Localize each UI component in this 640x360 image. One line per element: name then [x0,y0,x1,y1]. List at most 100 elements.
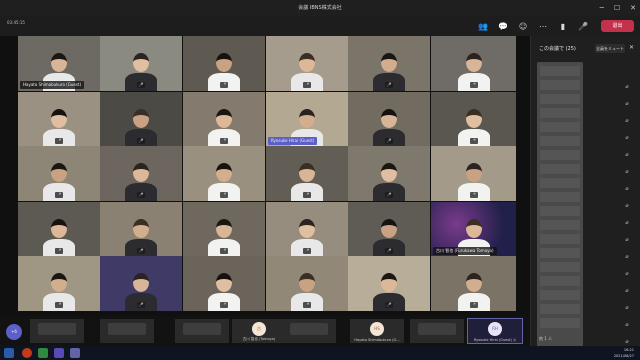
video-tile[interactable]: 🎤 [18,202,100,257]
person-head [216,53,232,72]
video-tile[interactable]: 🎤 [266,202,348,257]
mic-off-icon[interactable]: ⌀ [622,118,632,135]
mic-off-icon[interactable]: ⌀ [622,322,632,339]
video-tile[interactable]: 🎤 [431,256,516,311]
mic-off-icon[interactable]: ⌀ [622,152,632,169]
blurred-preview [108,323,146,335]
leave-button[interactable]: 退出 [601,20,634,32]
participant-strip: +6 古古川 智也 (Tomoya) HS Hayato Shimabukuro (… [0,316,530,346]
mic-off-icon[interactable]: ⌀ [622,220,632,237]
mic-status-icon: 🎤 [385,82,393,88]
person-head [216,109,232,128]
video-tile[interactable]: Ryosuke Hirai (Guest) [266,92,348,147]
video-tile[interactable]: 🎤 [100,202,182,257]
video-tile[interactable]: 🎤 [100,146,182,201]
person-head [51,53,67,72]
strip-participant[interactable]: HS Hayato Shimabukuro (G... [350,319,404,343]
opera-icon[interactable] [22,348,32,358]
video-tile[interactable]: 🎤 [266,36,348,91]
person-head [133,53,149,72]
mic-off-icon[interactable]: ⌀ [622,271,632,288]
video-tile[interactable]: 🎤 [348,256,430,311]
chat-icon[interactable]: 💬 [496,19,510,33]
blurred-preview [418,323,456,335]
mute-all-button[interactable]: 全員をミュート [595,44,625,53]
app-icon[interactable] [70,348,80,358]
maximize-icon[interactable]: ☐ [614,0,620,16]
person-head [465,219,482,238]
strip-participant[interactable] [282,319,336,343]
mic-off-icon[interactable]: ⌀ [622,101,632,118]
mic-off-icon[interactable]: ⌀ [622,186,632,203]
leave-label: 退出 [612,23,623,29]
video-tile[interactable]: 🎤 [348,202,430,257]
mic-status-icon: 🎤 [385,302,393,308]
video-tile[interactable]: 🎤 [348,146,430,201]
video-tile[interactable]: 🎤 [100,36,182,91]
video-tile[interactable]: 🎤 [100,92,182,147]
minimize-icon[interactable]: ─ [600,0,604,16]
person-head [299,219,315,238]
video-tile[interactable]: 🎤 [18,146,100,201]
close-icon[interactable]: ✕ [630,0,636,16]
avatar: 古 [252,322,266,336]
mic-off-icon[interactable]: ⌀ [622,169,632,186]
panel-close-icon[interactable]: ✕ [629,44,634,51]
blurred-preview [183,323,221,335]
start-icon[interactable] [4,348,14,358]
mic-off-icon[interactable]: ⌀ [622,254,632,271]
video-tile[interactable]: 🎤 [183,202,265,257]
strip-participant-label: Ryosuke Hirai (Guest) ◎ [473,338,517,342]
video-tile[interactable]: 古川 智也 (Furukawa Tomoya) [431,202,516,257]
more-icon[interactable]: ⋯ [536,19,550,33]
person-head [381,53,397,72]
more-participants-label: +6 [11,329,17,334]
video-tile[interactable]: 🎤 [18,256,100,311]
strip-participant[interactable]: RH Ryosuke Hirai (Guest) ◎ [467,318,523,344]
mic-off-icon[interactable]: ⌀ [622,135,632,152]
camera-icon[interactable]: ▮ [556,19,570,33]
video-tile[interactable]: 🎤 [18,92,100,147]
person-head [381,273,397,292]
mic-status-icon: 🎤 [469,302,478,308]
video-tile[interactable]: 🎤 [183,92,265,147]
video-grid: Hayato Shimabukuro (Guest) 🎤 🎤 🎤 🎤 🎤 🎤 🎤 🎤 Ryosuk… [0,36,530,316]
person-head [133,219,149,238]
reactions-icon[interactable]: ☺ [516,19,530,33]
video-tile[interactable]: 🎤 [348,36,430,91]
video-tile[interactable]: 🎤 [266,256,348,311]
video-tile[interactable]: 🎤 [266,146,348,201]
video-tile[interactable]: 🎤 [431,92,516,147]
video-tile[interactable]: 🎤 [100,256,182,311]
video-tile[interactable]: 🎤 [431,146,516,201]
video-tile[interactable]: 🎤 [431,36,516,91]
video-tile[interactable]: Hayato Shimabukuro (Guest) [18,36,100,91]
participant-row-blurred [540,276,580,286]
video-tile[interactable]: 🎤 [183,256,265,311]
mic-status-icon: 🎤 [137,192,145,198]
strip-participant[interactable]: 古古川 智也 (Tomoya) [232,319,286,343]
strip-participant[interactable] [30,319,84,343]
video-tile[interactable]: 🎤 [183,36,265,91]
mic-off-icon[interactable]: ⌀ [622,203,632,220]
person-head [299,109,315,128]
mic-icon[interactable]: 🎤 [576,19,590,33]
participant-row-blurred [540,192,580,202]
participants-icon[interactable]: 👥 [476,19,490,33]
mic-off-icon[interactable]: ⌀ [622,305,632,322]
mic-status-icon: 🎤 [303,82,311,88]
strip-participant-label: 古川 智也 (Tomoya) [242,337,276,341]
strip-participant[interactable] [410,319,464,343]
strip-participant[interactable] [175,319,229,343]
mic-off-icon[interactable]: ⌀ [622,237,632,254]
mic-off-icon[interactable]: ⌀ [622,288,632,305]
video-tile[interactable]: 🎤 [183,146,265,201]
excel-icon[interactable] [38,348,48,358]
mic-off-icon[interactable]: ⌀ [622,84,632,101]
avatar: HS [370,322,384,336]
strip-participant[interactable] [100,319,154,343]
participant-row-blurred [540,248,580,258]
more-participants-button[interactable]: +6 [6,324,22,340]
teams-taskbar-icon[interactable] [54,348,64,358]
video-tile[interactable]: 🎤 [348,92,430,147]
